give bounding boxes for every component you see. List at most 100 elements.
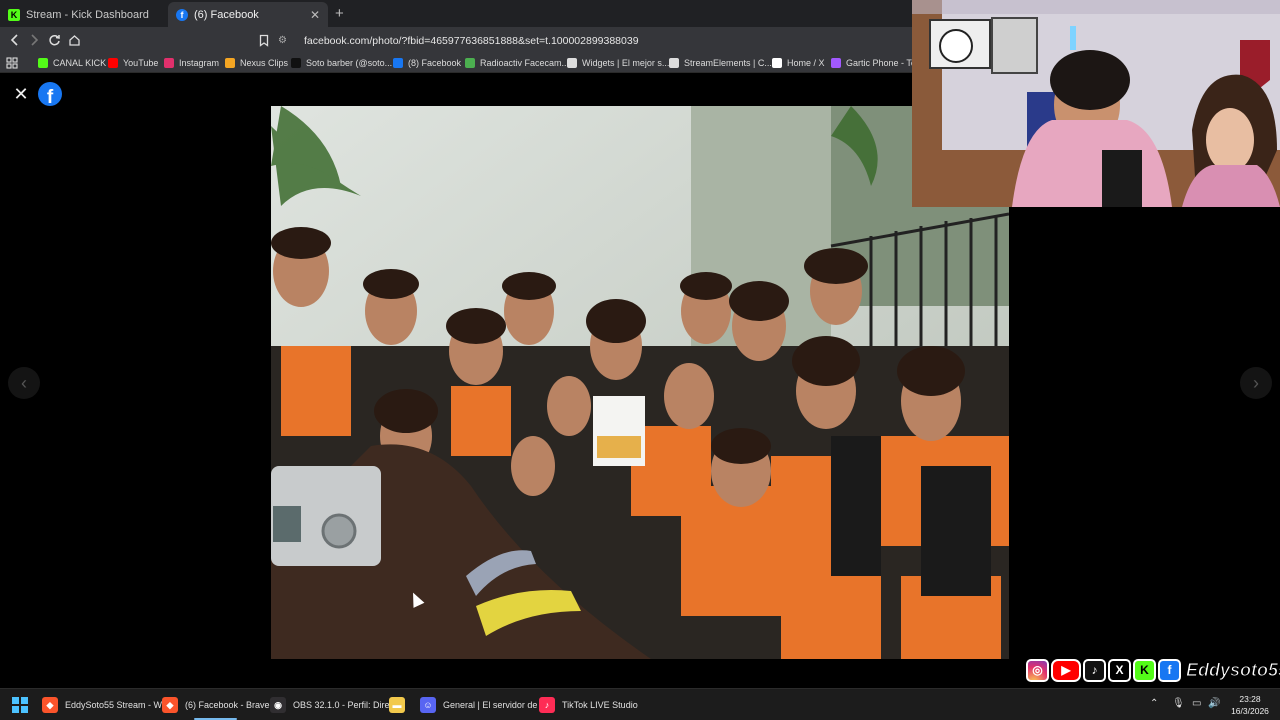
- bookmark-label: YouTube: [123, 58, 159, 68]
- streamer-handle: Eddysoto55: [1185, 659, 1280, 680]
- widgets-icon: [567, 58, 577, 68]
- bookmark-label: Instagram: [179, 58, 220, 68]
- close-icon: ✕: [13, 84, 29, 104]
- url-text: facebook.com/photo/?fbid=465977636851888…: [304, 34, 639, 47]
- home-button[interactable]: [65, 31, 83, 49]
- bookmark-label: Widgets | El mejor s...: [582, 58, 670, 68]
- webcam-feed-image: [912, 0, 1280, 207]
- next-photo-button[interactable]: ›: [1240, 367, 1272, 399]
- social-handles-overlay: ◎ ▶ ♪ X K f Eddysoto55: [1026, 656, 1280, 684]
- clock-date: 16/3/2026: [1231, 706, 1269, 716]
- taskbar-app-label: OBS 32.1.0 - Perfil: Direc: [293, 700, 395, 710]
- bookmark-canal-kick[interactable]: CANAL KICK: [38, 56, 106, 70]
- discord-icon: ☺: [420, 697, 436, 713]
- system-clock[interactable]: 23:28 16/3/2026: [1226, 693, 1274, 717]
- bookmark-streamelements-c[interactable]: StreamElements | C...: [669, 56, 772, 70]
- bookmark-label: CANAL KICK: [53, 58, 107, 68]
- tiktok-icon: ♪: [1083, 658, 1106, 682]
- bookmark-soto-barber-soto[interactable]: Soto barber (@soto...: [291, 56, 392, 70]
- instagram-icon: ◎: [1026, 658, 1049, 682]
- taskbar-app-1[interactable]: ◆ (6) Facebook - Brave: [162, 694, 270, 720]
- bookmark-label: Nexus Clips: [240, 58, 289, 68]
- folder-icon: ▬: [389, 697, 405, 713]
- bookmark-8-facebook[interactable]: (8) Facebook: [393, 56, 461, 70]
- bookmark-home-x[interactable]: Home / X: [772, 56, 825, 70]
- arrow-right-icon: [31, 34, 39, 46]
- tab-title: Stream - Kick Dashboard: [26, 8, 149, 21]
- tab-close-icon[interactable]: ✕: [310, 8, 320, 22]
- new-tab-button[interactable]: +: [335, 5, 344, 22]
- arrow-left-icon: [10, 34, 18, 46]
- bookmark-icon: [259, 34, 269, 47]
- site-info-icon[interactable]: ⚙: [278, 35, 292, 46]
- bookmark-label: Radioactiv Facecam...: [480, 58, 570, 68]
- bookmark-youtube[interactable]: YouTube: [108, 56, 158, 70]
- chevron-left-icon: ‹: [21, 372, 27, 393]
- bookmark-radioactiv-facecam[interactable]: Radioactiv Facecam...: [465, 56, 569, 70]
- forward-button[interactable]: [25, 31, 43, 49]
- streamelements-icon: [669, 58, 679, 68]
- kick-icon: K: [1133, 658, 1156, 682]
- gartic-icon: [831, 58, 841, 68]
- taskbar-app-label: (6) Facebook - Brave: [185, 700, 270, 710]
- address-bar[interactable]: ⚙ facebook.com/photo/?fbid=4659776368518…: [278, 31, 908, 50]
- tab-kick-dashboard[interactable]: K Stream - Kick Dashboard: [0, 2, 166, 27]
- volume-icon[interactable]: 🔊: [1208, 698, 1220, 709]
- obs-icon: ◉: [270, 697, 286, 713]
- x-icon: X: [1108, 658, 1131, 682]
- back-button[interactable]: [6, 31, 24, 49]
- show-hidden-icons-chevron-up-icon[interactable]: ⌃: [1150, 698, 1158, 709]
- bookmark-widgets-el-mejor-s[interactable]: Widgets | El mejor s...: [567, 56, 669, 70]
- brave-icon: ◆: [162, 697, 178, 713]
- apps-button[interactable]: [6, 56, 18, 70]
- group-photo-image: [271, 106, 1009, 659]
- taskbar-app-label: EddySoto55 Stream - W: [65, 700, 163, 710]
- radioactiv-icon: [465, 58, 475, 68]
- windows-taskbar: ◆ EddySoto55 Stream - W ◆ (6) Facebook - Br…: [0, 688, 1280, 720]
- brave-icon: ◆: [42, 697, 58, 713]
- bookmark-gartic-phone-tele[interactable]: Gartic Phone - Tele: [831, 56, 923, 70]
- reload-button[interactable]: [45, 31, 63, 49]
- facebook-icon: f: [1158, 658, 1181, 682]
- taskbar-app-3[interactable]: ▬: [389, 694, 412, 716]
- reload-icon: [48, 34, 60, 45]
- bookmark-label: Soto barber (@soto...: [306, 58, 393, 68]
- taskbar-app-4[interactable]: ☺ General | El servidor de: [420, 694, 537, 716]
- facebook-logo-icon[interactable]: f: [38, 82, 62, 106]
- facebook-icon: [393, 58, 403, 68]
- bookmark-button[interactable]: [255, 31, 273, 49]
- x-icon: [772, 58, 782, 68]
- youtube-icon: [108, 58, 118, 68]
- nexus-icon: [225, 58, 235, 68]
- instagram-icon: [164, 58, 174, 68]
- tab-title: (6) Facebook: [194, 8, 259, 21]
- bookmark-nexus-clips[interactable]: Nexus Clips: [225, 56, 288, 70]
- kick-icon: K: [8, 8, 20, 21]
- chevron-right-icon: ›: [1253, 372, 1259, 393]
- screen: K Stream - Kick Dashboard f (6) Facebook…: [0, 0, 1280, 720]
- taskbar-app-5[interactable]: ♪ TikTok LIVE Studio: [539, 694, 638, 716]
- previous-photo-button[interactable]: ‹: [8, 367, 40, 399]
- bookmark-label: (8) Facebook: [408, 58, 462, 68]
- windows-start-icon[interactable]: [12, 697, 28, 713]
- microphone-icon[interactable]: 🎙: [1172, 698, 1185, 709]
- tiktok-icon: [291, 58, 301, 68]
- clock-time: 23:28: [1239, 694, 1261, 704]
- webcam-overlay: [912, 0, 1280, 207]
- kick-icon: [38, 58, 48, 68]
- bookmark-instagram[interactable]: Instagram: [164, 56, 219, 70]
- tiktok-icon: ♪: [539, 697, 555, 713]
- bookmark-label: StreamElements | C...: [684, 58, 772, 68]
- taskbar-app-0[interactable]: ◆ EddySoto55 Stream - W: [42, 694, 162, 716]
- bookmark-label: Home / X: [787, 58, 825, 68]
- taskbar-app-label: General | El servidor de: [443, 700, 538, 710]
- network-icon[interactable]: ▭: [1192, 698, 1201, 709]
- taskbar-app-label: TikTok LIVE Studio: [562, 700, 638, 710]
- facebook-icon: f: [176, 8, 188, 21]
- youtube-icon: ▶: [1051, 658, 1081, 682]
- tab-facebook[interactable]: f (6) Facebook ✕: [168, 2, 328, 27]
- group-photo: [271, 106, 1009, 659]
- home-icon: [68, 34, 80, 46]
- close-viewer-button[interactable]: ✕: [12, 85, 30, 103]
- taskbar-app-2[interactable]: ◉ OBS 32.1.0 - Perfil: Direc: [270, 694, 394, 716]
